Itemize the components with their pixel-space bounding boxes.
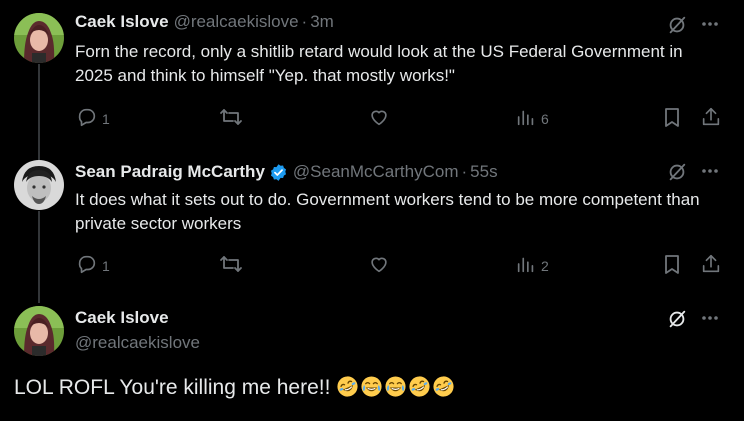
views-icon bbox=[515, 253, 537, 278]
bookmark-button[interactable] bbox=[662, 106, 682, 131]
more-icon[interactable] bbox=[700, 308, 720, 328]
tweet-actions: 1 bbox=[0, 106, 744, 130]
verified-badge-icon bbox=[269, 163, 288, 182]
user-handle[interactable]: @realcaekislove bbox=[75, 333, 200, 353]
more-icon[interactable] bbox=[700, 161, 720, 181]
avatar[interactable] bbox=[14, 160, 64, 210]
reply-count: 1 bbox=[102, 257, 110, 274]
timestamp[interactable]: 55s bbox=[470, 162, 497, 182]
avatar[interactable] bbox=[14, 306, 64, 356]
like-button[interactable] bbox=[368, 106, 394, 131]
bookmark-icon bbox=[662, 253, 682, 278]
repost-icon bbox=[219, 106, 243, 131]
heart-icon bbox=[368, 253, 390, 278]
tears-of-joy-emoji-icon bbox=[384, 375, 407, 398]
tweet-header: Sean Padraig McCarthy @SeanMcCarthyCom ·… bbox=[75, 162, 498, 182]
tweet-text: It does what it sets out to do. Governme… bbox=[75, 190, 700, 233]
reply-button[interactable]: 1 bbox=[76, 106, 110, 131]
views-button[interactable]: 6 bbox=[515, 106, 549, 131]
tweet-text-body: LOL ROFL You're killing me here!! bbox=[14, 376, 331, 399]
share-icon bbox=[700, 106, 722, 131]
grok-icon[interactable] bbox=[666, 14, 688, 36]
emoji-row bbox=[336, 376, 456, 399]
avatar[interactable] bbox=[14, 13, 64, 63]
reply-icon bbox=[76, 106, 98, 131]
views-count: 2 bbox=[541, 257, 549, 274]
tears-of-joy-emoji-icon bbox=[360, 375, 383, 398]
share-icon bbox=[700, 253, 722, 278]
share-button[interactable] bbox=[700, 106, 722, 131]
views-icon bbox=[515, 106, 537, 131]
heart-icon bbox=[368, 106, 390, 131]
repost-button[interactable] bbox=[219, 106, 247, 131]
grok-icon[interactable] bbox=[666, 308, 688, 330]
user-handle[interactable]: @SeanMcCarthyCom bbox=[293, 162, 459, 182]
separator: · bbox=[301, 12, 308, 31]
display-name[interactable]: Caek Islove bbox=[75, 308, 169, 328]
tweet-text: LOL ROFL You're killing me here!! bbox=[14, 374, 456, 402]
tweet-header: Caek Islove @realcaekislove · 3m bbox=[75, 12, 334, 32]
reply-icon bbox=[76, 253, 98, 278]
bookmark-icon bbox=[662, 106, 682, 131]
more-icon[interactable] bbox=[700, 14, 720, 34]
views-count: 6 bbox=[541, 110, 549, 127]
share-button[interactable] bbox=[700, 253, 722, 278]
timestamp[interactable]: 3m bbox=[310, 12, 334, 32]
reply-count: 1 bbox=[102, 110, 110, 127]
user-handle[interactable]: @realcaekislove bbox=[174, 12, 299, 32]
repost-icon bbox=[219, 253, 243, 278]
like-button[interactable] bbox=[368, 253, 394, 278]
rolling-on-floor-laughing-emoji-icon bbox=[432, 375, 455, 398]
display-name[interactable]: Sean Padraig McCarthy bbox=[75, 162, 265, 182]
grok-icon[interactable] bbox=[666, 161, 688, 183]
tweet-actions: 1 bbox=[0, 253, 744, 277]
reply-button[interactable]: 1 bbox=[76, 253, 110, 278]
views-button[interactable]: 2 bbox=[515, 253, 549, 278]
rolling-on-floor-laughing-emoji-icon bbox=[408, 375, 431, 398]
repost-button[interactable] bbox=[219, 253, 247, 278]
display-name[interactable]: Caek Islove bbox=[75, 12, 169, 32]
rolling-on-floor-laughing-emoji-icon bbox=[336, 375, 359, 398]
tweet-text: Forn the record, only a shitlib retard w… bbox=[75, 42, 683, 85]
separator: · bbox=[461, 162, 468, 181]
bookmark-button[interactable] bbox=[662, 253, 682, 278]
